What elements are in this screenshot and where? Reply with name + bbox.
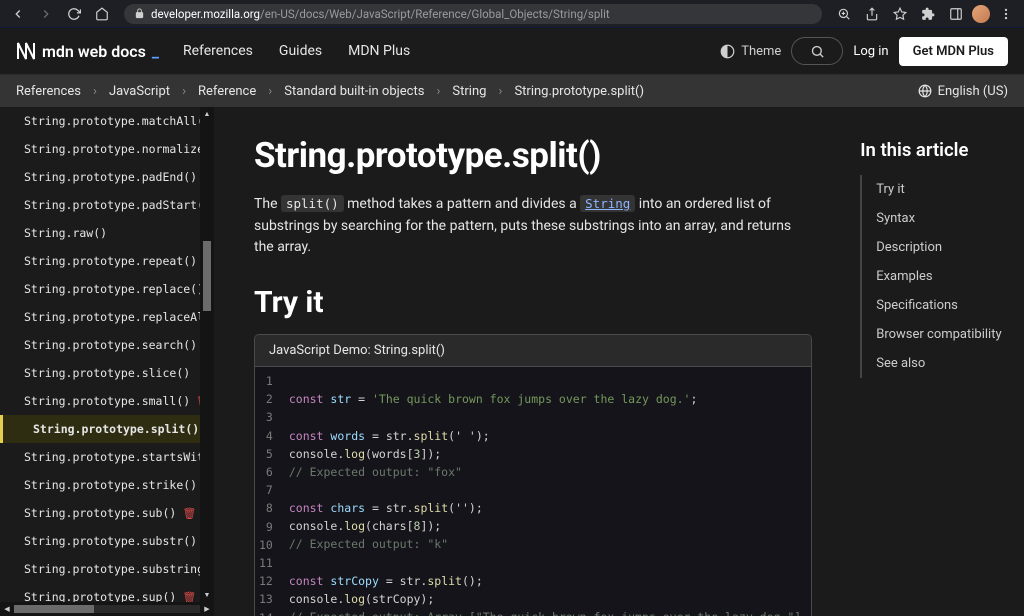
- sidebar-item[interactable]: String.prototype.padEnd(): [0, 163, 214, 191]
- browser-toolbar: developer.mozilla.org/en-US/docs/Web/Jav…: [0, 0, 1024, 28]
- deprecated-icon: 🗑: [182, 591, 196, 603]
- star-icon[interactable]: [888, 2, 912, 26]
- address-bar[interactable]: developer.mozilla.org/en-US/docs/Web/Jav…: [124, 4, 822, 24]
- sidebar-item[interactable]: String.prototype.substring(): [0, 555, 214, 583]
- toc-item[interactable]: Syntax: [862, 204, 1024, 233]
- mdn-header: mdn web docs_ References Guides MDN Plus…: [0, 28, 1024, 75]
- sidebar-item[interactable]: String.prototype.substr()🗑: [0, 527, 214, 555]
- crumb-reference[interactable]: Reference: [198, 84, 256, 99]
- chevron-right-icon: ›: [264, 84, 276, 99]
- chevron-right-icon: ›: [89, 84, 101, 99]
- share-icon[interactable]: [860, 2, 884, 26]
- search-button[interactable]: [791, 37, 843, 65]
- sidebar-item[interactable]: String.prototype.strike()🗑: [0, 471, 214, 499]
- header-nav: References Guides MDN Plus: [183, 43, 410, 59]
- forward-button[interactable]: [34, 2, 58, 26]
- sidebar-item[interactable]: String.prototype.small()🗑: [0, 387, 214, 415]
- toc-item[interactable]: Description: [862, 233, 1024, 262]
- inline-code: split(): [281, 195, 344, 212]
- table-of-contents: In this article Try itSyntaxDescriptionE…: [860, 135, 1024, 616]
- try-it-heading: Try it: [254, 285, 812, 320]
- toc-item[interactable]: Specifications: [862, 291, 1024, 320]
- sidebar-item[interactable]: String.prototype.sup()🗑: [0, 583, 214, 602]
- back-button[interactable]: [6, 2, 30, 26]
- profile-avatar[interactable]: [972, 5, 990, 23]
- chevron-right-icon: ›: [178, 84, 190, 99]
- login-link[interactable]: Log in: [853, 44, 888, 59]
- theme-toggle[interactable]: Theme: [720, 44, 781, 59]
- sidebar-item[interactable]: String.prototype.padStart(): [0, 191, 214, 219]
- reload-button[interactable]: [62, 2, 86, 26]
- sidebar-item[interactable]: String.prototype.startsWith(): [0, 443, 214, 471]
- crumb-current[interactable]: String.prototype.split(): [514, 84, 644, 99]
- article-content: String.prototype.split() The split() met…: [214, 107, 1024, 616]
- sidebar-item[interactable]: String.prototype.search(): [0, 331, 214, 359]
- crumb-javascript[interactable]: JavaScript: [109, 84, 170, 99]
- logo-text: mdn web docs: [42, 42, 146, 61]
- chevron-right-icon: ›: [494, 84, 506, 99]
- string-link[interactable]: String: [580, 196, 635, 212]
- url-text: developer.mozilla.org/en-US/docs/Web/Jav…: [151, 7, 812, 21]
- code-body: const str = 'The quick brown fox jumps o…: [279, 367, 811, 616]
- intro-paragraph: The split() method takes a pattern and d…: [254, 194, 812, 259]
- nav-guides[interactable]: Guides: [279, 43, 322, 59]
- toc-item[interactable]: Browser compatibility: [862, 320, 1024, 349]
- toc-item[interactable]: Examples: [862, 262, 1024, 291]
- sidebar-item[interactable]: String.prototype.sub()🗑: [0, 499, 214, 527]
- page-title: String.prototype.split(): [254, 135, 812, 176]
- nav-references[interactable]: References: [183, 43, 253, 59]
- sidebar-item[interactable]: String.prototype.repeat(): [0, 247, 214, 275]
- sidebar-vscrollbar[interactable]: ▲▼: [200, 107, 214, 602]
- sidepanel-icon[interactable]: [944, 2, 968, 26]
- crumb-string[interactable]: String: [452, 84, 486, 99]
- sidebar-item[interactable]: String.prototype.replaceAll(): [0, 303, 214, 331]
- crumb-references[interactable]: References: [16, 84, 81, 99]
- chevron-right-icon: ›: [432, 84, 444, 99]
- menu-icon[interactable]: [994, 2, 1018, 26]
- mdn-logo[interactable]: mdn web docs_: [16, 41, 159, 61]
- line-numbers: 1234567891011121314: [255, 367, 279, 616]
- sidebar-item[interactable]: String.prototype.normalize(): [0, 135, 214, 163]
- nav-mdnplus[interactable]: MDN Plus: [348, 43, 410, 59]
- breadcrumb: References › JavaScript › Reference › St…: [0, 75, 1024, 107]
- code-demo-box: JavaScript Demo: String.split() 12345678…: [254, 334, 812, 616]
- theme-label: Theme: [741, 44, 781, 59]
- get-mdn-plus-button[interactable]: Get MDN Plus: [899, 37, 1008, 66]
- toc-item[interactable]: See also: [862, 349, 1024, 378]
- sidebar-hscrollbar[interactable]: ◀▶: [0, 602, 214, 616]
- extensions-icon[interactable]: [916, 2, 940, 26]
- sidebar-item[interactable]: String.prototype.matchAll(): [0, 107, 214, 135]
- sidebar-item[interactable]: String.prototype.replace(): [0, 275, 214, 303]
- toc-item[interactable]: Try it: [862, 175, 1024, 204]
- sidebar-item[interactable]: String.prototype.slice(): [0, 359, 214, 387]
- home-button[interactable]: [90, 2, 114, 26]
- demo-header: JavaScript Demo: String.split(): [255, 335, 811, 367]
- toc-heading: In this article: [860, 139, 1024, 161]
- code-editor[interactable]: 1234567891011121314 const str = 'The qui…: [255, 367, 811, 616]
- sidebar: String.prototype.matchAll()String.protot…: [0, 107, 214, 616]
- deprecated-icon: 🗑: [182, 507, 196, 520]
- sidebar-item[interactable]: String.prototype.split(): [0, 415, 214, 443]
- zoom-icon[interactable]: [832, 2, 856, 26]
- crumb-builtins[interactable]: Standard built-in objects: [284, 84, 424, 99]
- lang-label: English (US): [938, 84, 1008, 99]
- sidebar-item[interactable]: String.raw(): [0, 219, 214, 247]
- language-selector[interactable]: English (US): [918, 84, 1008, 99]
- lock-icon: [134, 8, 145, 19]
